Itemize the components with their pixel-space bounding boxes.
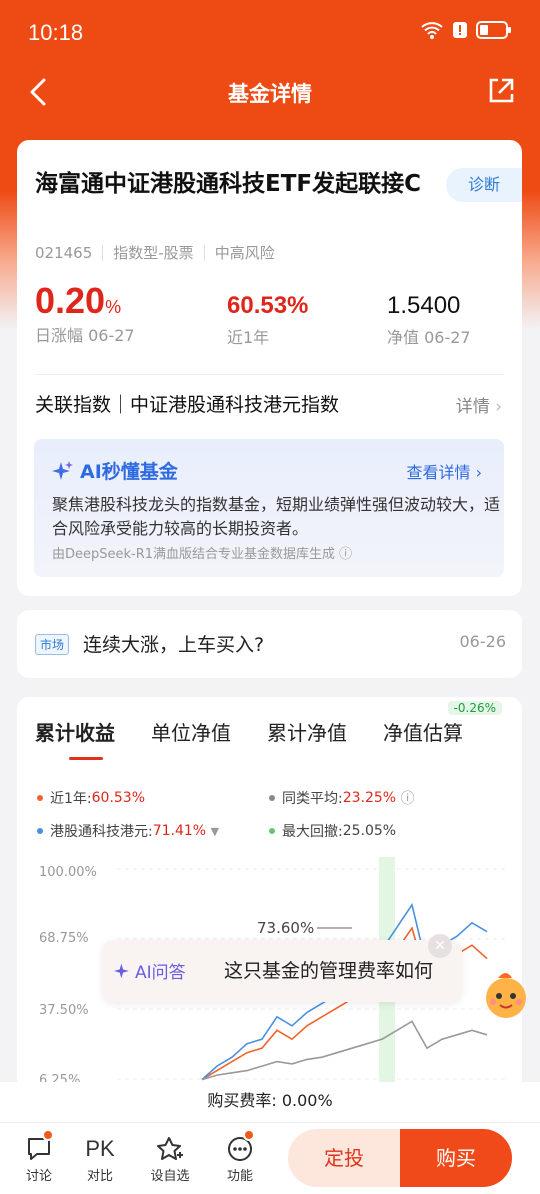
legend-peer: 同类平均: 23.25% ⓘ: [269, 788, 415, 808]
nav-stat: 1.5400 净值 06-27: [387, 292, 471, 348]
legend-label: 最大回撤:: [282, 824, 343, 840]
ai-more-text: 查看详情: [406, 463, 471, 482]
discuss-button[interactable]: 讨论: [14, 1129, 64, 1184]
star-plus-icon: [157, 1137, 183, 1160]
page-title: 基金详情: [228, 82, 312, 106]
daily-change-unit: %: [105, 297, 122, 317]
legend-dot: [269, 828, 275, 834]
year-return-label: 近1年: [227, 328, 270, 347]
ai-question-text: 这只基金的管理费率如何: [224, 960, 434, 982]
legend-value: 71.41%: [152, 823, 207, 839]
tab-cumulative-nav[interactable]: 累计净值: [267, 717, 347, 746]
battery-icon: [476, 21, 511, 39]
divider: [35, 374, 504, 375]
legend-dot: [37, 795, 43, 801]
nav-value: 1.5400: [387, 292, 461, 319]
news-card[interactable]: 市场 连续大涨，上车买入? 06-26: [17, 610, 522, 678]
fund-type: 指数型-股票: [113, 244, 194, 262]
wifi-icon: [421, 22, 443, 39]
meta-divider: [203, 244, 205, 261]
tab-cumulative-return[interactable]: 累计收益: [35, 717, 115, 760]
ai-question-label: AI问答: [114, 958, 186, 983]
related-index-detail-label: 详情: [455, 397, 490, 417]
legend-value: 60.53%: [91, 790, 146, 806]
tab-nav-estimate[interactable]: 净值估算: [383, 717, 463, 746]
nav-bar: 基金详情: [0, 66, 540, 120]
ai-summary-body: 聚焦港股科技龙头的指数基金，短期业绩弹性强但波动较大，适合风险承受能力较高的长期…: [52, 495, 501, 538]
bottom-bar: 讨论 PK 对比 设自选 功能 定投 购买: [0, 1122, 540, 1194]
news-title: 连续大涨，上车买入?: [83, 634, 265, 656]
close-icon[interactable]: ✕: [428, 934, 452, 958]
fund-risk: 中高风险: [214, 244, 275, 262]
legend-label: 近1年:: [50, 791, 92, 807]
status-bar: 10:18: [0, 0, 540, 66]
ai-question-bubble[interactable]: AI问答 这只基金的管理费率如何 ✕: [102, 934, 462, 1002]
legend-label: 港股通科技港元:: [50, 824, 153, 840]
legend-dot: [37, 828, 43, 834]
legend-label: 同类平均:: [282, 791, 343, 807]
fund-code: 021465: [35, 243, 93, 262]
fund-summary-card: 海富通中证港股通科技ETF发起联接C 诊断 021465 指数型-股票 中高风险…: [17, 140, 522, 596]
legend-fund: 近1年: 60.53%: [37, 788, 145, 808]
legend-value: 23.25%: [342, 790, 397, 806]
compare-label: 对比: [86, 1169, 113, 1184]
daily-change-value: 0.20%: [35, 280, 135, 322]
fixed-invest-button[interactable]: 定投: [288, 1129, 400, 1187]
news-tag: 市场: [35, 634, 70, 655]
compare-button[interactable]: PK 对比: [75, 1133, 125, 1184]
status-icons: [420, 20, 512, 40]
legend-value: 25.05%: [342, 823, 397, 839]
status-time: 10:18: [28, 20, 84, 45]
add-watchlist-button[interactable]: 设自选: [145, 1133, 195, 1184]
legend-dot: [269, 795, 275, 801]
dropdown-icon[interactable]: ▼: [211, 825, 219, 838]
chevron-right-icon: ›: [495, 397, 502, 417]
fund-name: 海富通中证港股通科技ETF发起联接C: [35, 171, 421, 197]
daily-change-stat: 0.20% 日涨幅 06-27: [35, 280, 135, 346]
discuss-label: 讨论: [25, 1169, 52, 1184]
purchase-rate: 购买费率: 0.00%: [0, 1082, 540, 1122]
share-icon[interactable]: [486, 76, 516, 106]
func-label: 功能: [226, 1169, 253, 1184]
estimate-badge: -0.26%: [447, 701, 502, 715]
ai-question-label-text: AI问答: [135, 963, 186, 983]
notification-dot: [42, 1129, 54, 1141]
action-buttons: 定投 购买: [288, 1129, 512, 1187]
related-index-detail[interactable]: 详情 ›: [456, 392, 502, 417]
legend-drawdown: 最大回撤: 25.05%: [269, 821, 396, 841]
ai-title-text: AI秒懂基金: [80, 461, 178, 483]
info-icon[interactable]: ⓘ: [401, 788, 415, 808]
meta-divider: [102, 244, 104, 261]
ai-summary-box[interactable]: AI秒懂基金 查看详情 › 聚焦港股科技龙头的指数基金，短期业绩弹性强但波动较大…: [34, 439, 504, 577]
news-date: 06-26: [459, 632, 507, 651]
ai-source: 由DeepSeek-R1满血版结合专业基金数据库生成 ⓘ: [52, 543, 352, 562]
pk-icon: PK: [85, 1136, 115, 1161]
alert-icon: [453, 22, 467, 38]
ai-more-link[interactable]: 查看详情 ›: [407, 459, 483, 483]
sparkle-icon: [52, 460, 73, 480]
watch-label: 设自选: [150, 1169, 190, 1184]
daily-change-number: 0.20: [35, 280, 106, 321]
daily-change-label: 日涨幅 06-27: [35, 326, 135, 345]
info-icon[interactable]: ⓘ: [339, 547, 352, 562]
year-return-stat: 60.53% 近1年: [227, 292, 308, 348]
diagnose-button[interactable]: 诊断: [446, 168, 522, 202]
chart-card: -0.26% 累计收益 单位净值 累计净值 净值估算 近1年: 60.53% 同类…: [17, 697, 522, 1117]
mascot-icon[interactable]: [478, 968, 534, 1024]
annotation-label: 73.60%: [257, 919, 314, 937]
legend-index[interactable]: 港股通科技港元: 71.41% ▼: [37, 821, 219, 841]
related-index[interactable]: 关联指数｜中证港股通科技港元指数: [35, 390, 339, 417]
fund-meta: 021465 指数型-股票 中高风险: [35, 242, 275, 263]
peer-average-line: [201, 1020, 488, 1081]
buy-button[interactable]: 购买: [400, 1129, 512, 1187]
year-return-value: 60.53%: [227, 292, 309, 319]
sparkle-icon: [114, 963, 129, 978]
tab-unit-nav[interactable]: 单位净值: [151, 717, 231, 746]
notification-dot: [243, 1129, 255, 1141]
nav-label: 净值 06-27: [387, 328, 471, 347]
functions-button[interactable]: 功能: [215, 1129, 265, 1184]
ai-source-text: 由DeepSeek-R1满血版结合专业基金数据库生成: [52, 547, 336, 562]
chart-tabs: 累计收益 单位净值 累计净值 净值估算: [35, 717, 463, 760]
ai-summary-title: AI秒懂基金: [52, 457, 178, 484]
